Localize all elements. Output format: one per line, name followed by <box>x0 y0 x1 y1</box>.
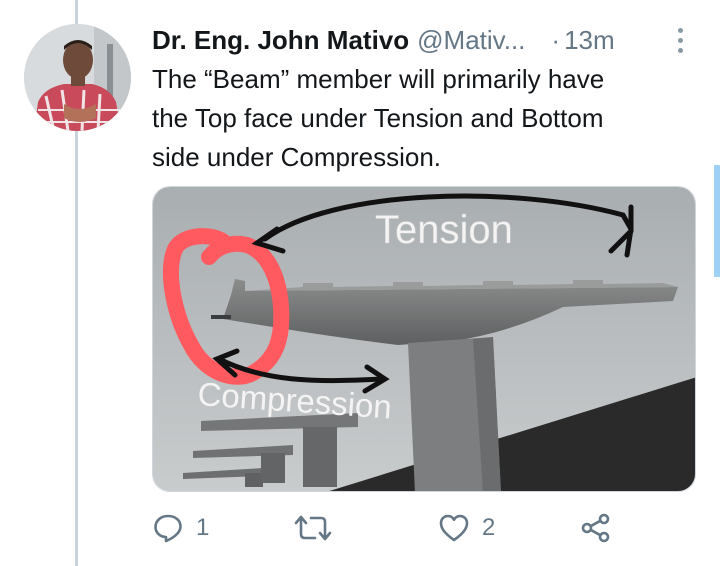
avatar[interactable] <box>24 24 131 131</box>
heart-icon <box>439 514 469 542</box>
author-handle[interactable]: @Mativ... <box>417 25 525 56</box>
tweet-text-line: the Top face under Tension and Bottom <box>152 103 604 133</box>
tweet-header: Dr. Eng. John Mativo @Mativ... · 13m <box>152 22 692 58</box>
more-vertical-icon[interactable] <box>671 22 691 58</box>
tweet-actions: 1 2 <box>152 506 692 550</box>
tweet-timestamp[interactable]: 13m <box>564 25 615 56</box>
like-button[interactable]: 2 <box>438 506 495 550</box>
like-count: 2 <box>482 514 496 541</box>
tension-label: Tension <box>375 208 513 252</box>
author-name[interactable]: Dr. Eng. John Mativo <box>152 25 409 56</box>
avatar-image <box>24 24 131 131</box>
reply-count: 1 <box>196 514 210 541</box>
tweet-media[interactable]: Tension Compression <box>152 186 696 492</box>
tweet-text-line: side under Compression. <box>152 142 442 172</box>
bridge-photo: Tension Compression <box>153 187 695 491</box>
tweet-text: The “Beam” member will primarily have th… <box>152 60 692 177</box>
retweet-button[interactable] <box>294 506 344 550</box>
share-button[interactable] <box>580 506 612 550</box>
scroll-indicator[interactable] <box>714 165 720 277</box>
reply-icon <box>154 514 182 543</box>
reply-button[interactable]: 1 <box>152 506 209 550</box>
share-icon <box>581 513 610 543</box>
header-separator: · <box>551 24 561 55</box>
tweet-text-line: The “Beam” member will primarily have <box>152 64 605 94</box>
retweet-icon <box>294 515 332 541</box>
